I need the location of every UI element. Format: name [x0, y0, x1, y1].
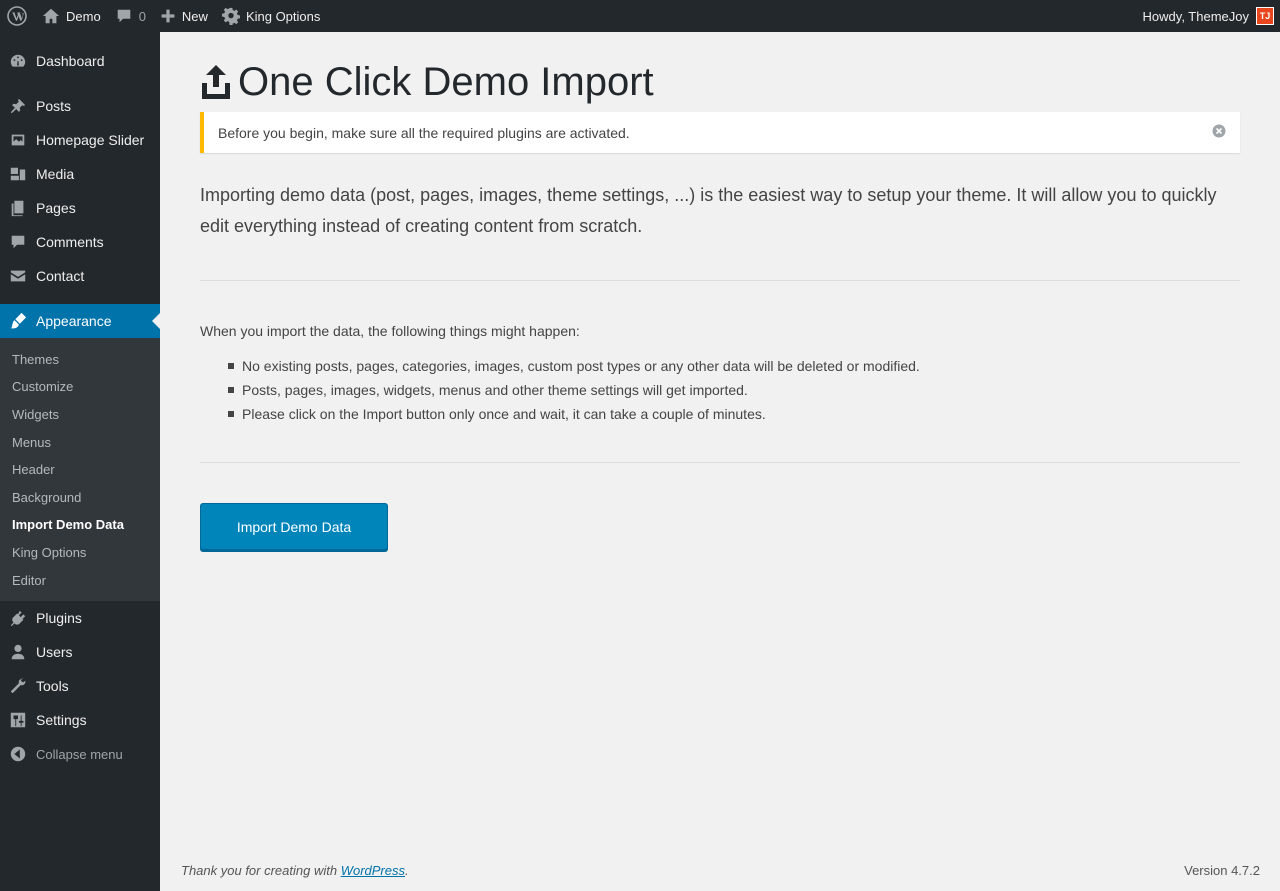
- pages-icon: [11, 200, 24, 217]
- divider: [200, 462, 1240, 463]
- submenu-item-themes[interactable]: Themes: [12, 352, 59, 367]
- wordpress-logo-icon: [7, 6, 27, 26]
- sidebar-item-plugins[interactable]: Plugins: [0, 601, 160, 635]
- comments-count: 0: [138, 8, 146, 24]
- media-icon: [10, 167, 26, 181]
- sidebar-item-homepage-slider[interactable]: Homepage Slider: [0, 123, 160, 157]
- plus-icon: [161, 9, 175, 23]
- list-item: Posts, pages, images, widgets, menus and…: [228, 382, 748, 398]
- plugins-notice: Before you begin, make sure all the requ…: [200, 112, 1240, 153]
- settings-icon: [10, 712, 26, 728]
- envelope-icon: [10, 270, 26, 282]
- plugin-icon: [10, 610, 26, 627]
- admin-sidebar: Dashboard Posts Homepage Slider Media Pa…: [0, 32, 160, 891]
- submenu-item-widgets[interactable]: Widgets: [12, 407, 59, 422]
- submenu-item-king-options[interactable]: King Options: [12, 545, 86, 560]
- comment-bubble-icon: [117, 9, 130, 23]
- collapse-menu-button[interactable]: Collapse menu: [0, 737, 160, 771]
- happen-heading: When you import the data, the following …: [200, 323, 580, 339]
- import-demo-data-button[interactable]: Import Demo Data: [200, 503, 388, 550]
- wordpress-logo-menu[interactable]: [0, 0, 35, 32]
- new-label: New: [181, 8, 208, 24]
- list-item: No existing posts, pages, categories, im…: [228, 358, 920, 374]
- submenu-item-import-demo-data[interactable]: Import Demo Data: [12, 517, 124, 532]
- dismiss-notice-icon[interactable]: [1212, 124, 1226, 138]
- appearance-submenu: Themes Customize Widgets Menus Header Ba…: [0, 338, 160, 601]
- sidebar-item-appearance[interactable]: Appearance: [0, 304, 160, 338]
- collapse-arrow-icon: [10, 746, 26, 762]
- king-options-menu[interactable]: King Options: [215, 0, 327, 32]
- sidebar-item-posts[interactable]: Posts: [0, 89, 160, 123]
- sidebar-item-users[interactable]: Users: [0, 635, 160, 669]
- footer-version: Version 4.7.2: [1184, 863, 1260, 878]
- sidebar-item-tools[interactable]: Tools: [0, 669, 160, 703]
- notice-text: Before you begin, make sure all the requ…: [218, 124, 630, 141]
- sidebar-item-settings[interactable]: Settings: [0, 703, 160, 737]
- king-options-label: King Options: [245, 8, 321, 24]
- sidebar-item-comments[interactable]: Comments: [0, 225, 160, 259]
- avatar: TJ: [1256, 7, 1274, 25]
- new-content-menu[interactable]: New: [153, 0, 215, 32]
- submenu-item-customize[interactable]: Customize: [12, 379, 73, 394]
- footer-thanks: Thank you for creating with WordPress.: [181, 863, 409, 878]
- intro-text: Importing demo data (post, pages, images…: [200, 185, 1217, 236]
- submenu-item-background[interactable]: Background: [12, 490, 81, 505]
- submenu-item-editor[interactable]: Editor: [12, 573, 46, 588]
- slider-icon: [11, 134, 25, 146]
- dashboard-icon: [10, 54, 26, 67]
- admin-bar: Demo 0 New King Options Howdy, ThemeJoy …: [0, 0, 1280, 32]
- sidebar-item-dashboard[interactable]: Dashboard: [0, 44, 160, 78]
- comments-menu[interactable]: 0: [108, 0, 153, 32]
- gear-icon: [221, 7, 240, 25]
- list-item: Please click on the Import button only o…: [228, 406, 766, 422]
- pushpin-icon: [10, 98, 26, 114]
- site-name: Demo: [66, 8, 101, 24]
- sidebar-item-pages[interactable]: Pages: [0, 191, 160, 225]
- comment-icon: [11, 235, 25, 249]
- site-name-menu[interactable]: Demo: [35, 0, 108, 32]
- wrench-icon: [10, 678, 26, 694]
- home-icon: [42, 8, 60, 24]
- submenu-item-menus[interactable]: Menus: [12, 435, 51, 450]
- user-icon: [11, 644, 25, 660]
- submenu-item-header[interactable]: Header: [12, 462, 55, 477]
- divider: [200, 280, 1240, 281]
- sidebar-item-media[interactable]: Media: [0, 157, 160, 191]
- my-account-menu[interactable]: Howdy, ThemeJoy TJ: [1143, 0, 1280, 32]
- paintbrush-icon: [10, 312, 27, 329]
- sidebar-item-contact[interactable]: Contact: [0, 259, 160, 293]
- howdy-text: Howdy, ThemeJoy: [1142, 8, 1249, 24]
- page-title: One Click Demo Import: [200, 60, 654, 105]
- wordpress-link[interactable]: WordPress: [341, 863, 405, 878]
- upload-icon: [202, 64, 230, 99]
